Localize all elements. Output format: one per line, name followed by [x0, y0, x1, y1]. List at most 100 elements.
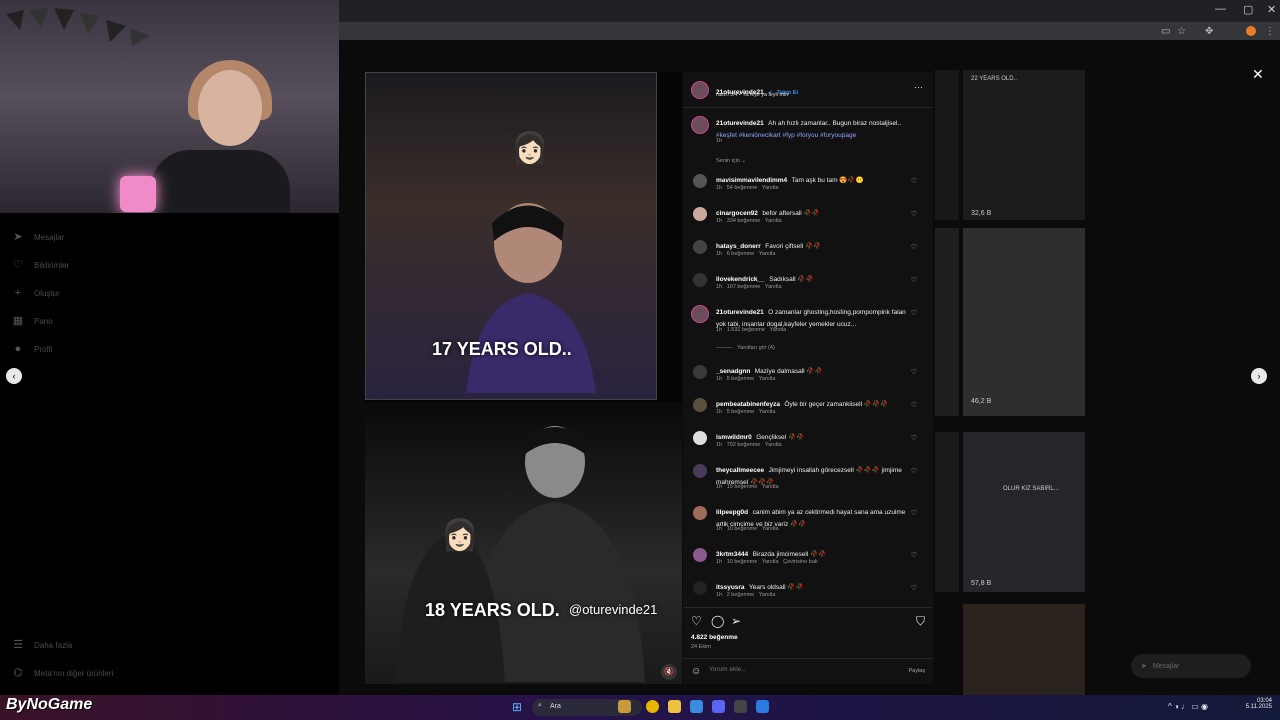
- comment-input[interactable]: [709, 666, 879, 673]
- mute-icon[interactable]: 🔇: [661, 664, 677, 680]
- avatar[interactable]: [691, 81, 709, 99]
- messages-pill[interactable]: ➤ Mesajlar: [1131, 654, 1251, 678]
- reply-button[interactable]: Yanıtla: [759, 251, 776, 257]
- comment-user[interactable]: lilpeepg0d: [716, 509, 748, 516]
- feed-tile[interactable]: 22 YEARS OLD.. 32,6 B: [963, 70, 1085, 220]
- reply-button[interactable]: Yanıtla: [762, 185, 779, 191]
- menu-icon[interactable]: ⋮: [1265, 26, 1275, 37]
- comment-user[interactable]: itssyusra: [716, 584, 745, 591]
- reply-button[interactable]: Yanıtla: [765, 218, 782, 224]
- avatar[interactable]: [693, 207, 707, 221]
- reply-button[interactable]: Yanıtla: [759, 376, 776, 382]
- emoji-picker-icon[interactable]: ☺: [691, 666, 701, 677]
- like-comment-icon[interactable]: ♡: [911, 434, 917, 442]
- like-comment-icon[interactable]: ♡: [911, 243, 917, 251]
- comment-likes[interactable]: 5 beğenme: [727, 376, 755, 382]
- like-comment-icon[interactable]: ♡: [911, 509, 917, 517]
- comment-user[interactable]: hatays_donerr: [716, 243, 761, 250]
- avatar[interactable]: [693, 240, 707, 254]
- sidebar-item-more[interactable]: ☰ Daha fazla: [12, 639, 72, 651]
- comment-user[interactable]: 21oturevinde21: [716, 309, 764, 316]
- post-media[interactable]: 👩🏻 17 YEARS OLD.. 👩🏻 18 YEARS OLD. @otur…: [365, 72, 682, 684]
- like-comment-icon[interactable]: ♡: [911, 467, 917, 475]
- reply-button[interactable]: Yanıtla: [762, 526, 779, 532]
- comment-user[interactable]: _senadgnn: [716, 368, 750, 375]
- reply-button[interactable]: Yanıtla: [769, 327, 786, 333]
- post-comment-button[interactable]: Paylaş: [908, 668, 925, 674]
- avatar[interactable]: [693, 548, 707, 562]
- obs-icon[interactable]: [734, 700, 747, 713]
- like-comment-icon[interactable]: ♡: [911, 551, 917, 559]
- avatar[interactable]: [693, 174, 707, 188]
- feed-tile[interactable]: [935, 432, 959, 592]
- cast-icon[interactable]: ▭: [1161, 26, 1170, 37]
- like-comment-icon[interactable]: ♡: [911, 309, 917, 317]
- sidebar-item-profile[interactable]: ● Profil: [12, 343, 53, 355]
- comment-likes[interactable]: 792 beğenme: [727, 442, 761, 448]
- avatar[interactable]: [691, 305, 709, 323]
- comment-likes[interactable]: 2 beğenme: [727, 592, 755, 598]
- like-count[interactable]: 4.822 beğenme: [691, 634, 738, 641]
- sidebar-item-dashboard[interactable]: ▦ Pano: [12, 315, 53, 327]
- clock[interactable]: 03:04 5.11.2025: [1236, 698, 1272, 710]
- file-explorer-icon[interactable]: [668, 700, 681, 713]
- maximize-icon[interactable]: ▢: [1243, 3, 1253, 16]
- windows-start-icon[interactable]: ⊞: [512, 700, 522, 714]
- caption-user[interactable]: 21oturevinde21: [716, 120, 764, 127]
- avatar[interactable]: [693, 431, 707, 445]
- comment-likes[interactable]: 1.531 beğenme: [727, 327, 765, 333]
- sidebar-item-notifications[interactable]: ♡ Bildirimler: [12, 259, 69, 271]
- sort-selector[interactable]: Senin için ⌄: [716, 158, 746, 164]
- comment-likes[interactable]: 5 beğenme: [727, 409, 755, 415]
- comment-user[interactable]: mavisimmavilendimm4: [716, 177, 787, 184]
- reply-button[interactable]: Yanıtla: [762, 484, 779, 490]
- avatar[interactable]: [693, 464, 707, 478]
- comment-user[interactable]: 3krtm3444: [716, 551, 748, 558]
- comment-likes[interactable]: 10 beğenme: [727, 559, 758, 565]
- star-icon[interactable]: ☆: [1177, 26, 1186, 37]
- feed-tile[interactable]: [935, 70, 959, 220]
- close-window-icon[interactable]: ✕: [1267, 3, 1276, 16]
- avatar[interactable]: [693, 365, 707, 379]
- translate-button[interactable]: Çevirisine bak: [783, 559, 818, 565]
- minimize-icon[interactable]: —: [1215, 3, 1226, 15]
- tray-icons[interactable]: ^ ◑ ♩ ▭ ◉: [1168, 702, 1208, 711]
- reply-button[interactable]: Yanıtla: [765, 284, 782, 290]
- comment-likes[interactable]: 6 beğenme: [727, 251, 755, 257]
- avatar[interactable]: [693, 273, 707, 287]
- like-comment-icon[interactable]: ♡: [911, 368, 917, 376]
- feed-tile[interactable]: 46,2 B: [963, 228, 1085, 416]
- feed-tile[interactable]: [935, 228, 959, 416]
- close-modal-icon[interactable]: ✕: [1252, 66, 1264, 83]
- reply-button[interactable]: Yanıtla: [759, 409, 776, 415]
- avatar[interactable]: [693, 581, 707, 595]
- like-comment-icon[interactable]: ♡: [911, 177, 917, 185]
- comment-likes[interactable]: 107 beğenme: [727, 284, 761, 290]
- avatar[interactable]: [693, 398, 707, 412]
- extensions-icon[interactable]: ✥: [1205, 26, 1213, 37]
- sidebar-item-create[interactable]: + Oluştur: [12, 287, 60, 299]
- comment-user[interactable]: cinargocen92: [716, 210, 758, 217]
- caption-tags[interactable]: #keşfet #keniönecikart #fyp #foryou #for…: [716, 132, 856, 139]
- comment-user[interactable]: ismwildmr0: [716, 434, 752, 441]
- share-icon[interactable]: ➢: [731, 614, 741, 628]
- comment-user[interactable]: theycallmeecee: [716, 467, 764, 474]
- like-comment-icon[interactable]: ♡: [911, 210, 917, 218]
- comment-user[interactable]: pembeatabinenfeyza: [716, 401, 780, 408]
- reply-button[interactable]: Yanıtla: [762, 559, 779, 565]
- view-replies[interactable]: ——— Yanıtları gör (4): [716, 345, 775, 351]
- comment-likes[interactable]: 334 beğenme: [727, 218, 761, 224]
- feed-tile[interactable]: [963, 604, 1085, 695]
- like-icon[interactable]: ♡: [691, 614, 702, 628]
- comment-likes[interactable]: 54 beğenme: [727, 185, 758, 191]
- browser-profile-avatar[interactable]: [1246, 26, 1256, 36]
- reply-button[interactable]: Yanıtla: [759, 592, 776, 598]
- like-comment-icon[interactable]: ♡: [911, 276, 917, 284]
- comment-icon[interactable]: ◯: [711, 614, 724, 628]
- reply-button[interactable]: Yanıtla: [765, 442, 782, 448]
- comment-user[interactable]: llovekendrick__: [716, 276, 765, 283]
- like-comment-icon[interactable]: ♡: [911, 584, 917, 592]
- next-post-icon[interactable]: ›: [1251, 368, 1267, 384]
- avatar[interactable]: [693, 506, 707, 520]
- more-options-icon[interactable]: ···: [914, 82, 923, 92]
